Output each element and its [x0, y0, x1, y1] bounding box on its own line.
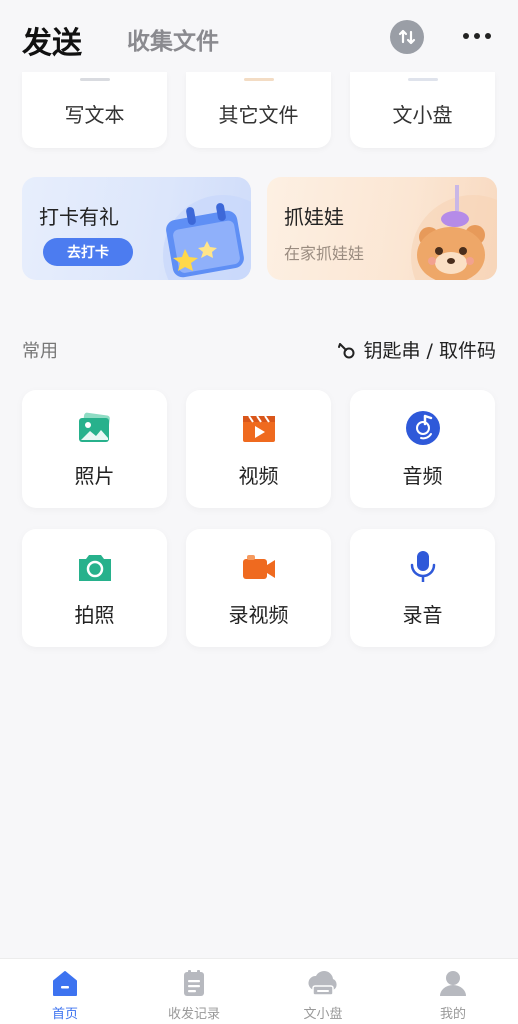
sort-arrows-icon[interactable]: [390, 20, 424, 54]
tile-record-video[interactable]: 录视频: [186, 529, 331, 647]
nav-records[interactable]: 收发记录: [129, 959, 259, 1024]
key-icon: [337, 342, 355, 358]
tile-record-audio-label: 录音: [402, 603, 443, 627]
checkin-button[interactable]: 去打卡: [43, 238, 133, 266]
tile-audio-label: 音频: [402, 464, 443, 488]
photo-icon: [77, 410, 113, 446]
header: 发送 收集文件: [0, 0, 518, 76]
tab-collect-files[interactable]: 收集文件: [127, 22, 219, 56]
write-text-icon: [79, 78, 110, 81]
nav-home[interactable]: 首页: [0, 959, 130, 1024]
nav-records-label: 收发记录: [167, 1007, 220, 1022]
music-icon: [405, 410, 441, 446]
write-text-card[interactable]: 写文本: [22, 72, 167, 148]
video-icon: [241, 410, 277, 446]
records-icon: [178, 967, 210, 999]
tile-record-audio[interactable]: 录音: [350, 529, 495, 647]
checkin-title: 打卡有礼: [39, 205, 119, 229]
claw-subtitle: 在家抓娃娃: [284, 244, 365, 263]
plush-bear-icon: [411, 185, 497, 280]
other-files-card[interactable]: 其它文件: [186, 72, 331, 148]
video-record-icon: [241, 549, 277, 585]
camera-icon: [77, 549, 113, 585]
cloud-disk-card[interactable]: 文小盘: [350, 72, 495, 148]
nav-home-label: 首页: [51, 1007, 78, 1022]
claw-machine-banner[interactable]: 抓娃娃 在家抓娃娃: [267, 177, 497, 280]
nav-cloud-disk-label: 文小盘: [303, 1007, 343, 1022]
tile-videos-label: 视频: [238, 464, 279, 488]
keychain-link-label: 钥匙串 / 取件码: [363, 340, 496, 362]
checkin-banner[interactable]: 打卡有礼 去打卡: [22, 177, 251, 280]
other-files-label: 其它文件: [218, 102, 299, 127]
write-text-label: 写文本: [64, 102, 125, 127]
tile-videos[interactable]: 视频: [186, 390, 331, 508]
nav-profile[interactable]: 我的: [388, 959, 518, 1024]
tile-photos-label: 照片: [74, 464, 115, 488]
common-section-title: 常用: [22, 341, 58, 362]
calendar-icon: [163, 195, 251, 280]
profile-icon: [437, 967, 469, 999]
tile-take-photo[interactable]: 拍照: [22, 529, 167, 647]
more-icon[interactable]: [460, 26, 494, 46]
nav-cloud-disk[interactable]: 文小盘: [258, 959, 388, 1024]
cloud-disk-icon: [407, 78, 438, 81]
tile-photos[interactable]: 照片: [22, 390, 167, 508]
other-files-icon: [243, 78, 274, 81]
cloud-disk-label: 文小盘: [392, 102, 453, 127]
cloud-disk-icon: [307, 967, 339, 999]
tab-send[interactable]: 发送: [22, 18, 82, 62]
claw-title: 抓娃娃: [284, 205, 344, 229]
keychain-link[interactable]: 钥匙串 / 取件码: [336, 336, 496, 363]
microphone-icon: [405, 549, 441, 585]
tile-record-video-label: 录视频: [228, 603, 289, 627]
nav-profile-label: 我的: [439, 1007, 466, 1022]
bottom-nav: 首页 收发记录 文小盘 我的: [0, 958, 518, 1024]
tile-audio[interactable]: 音频: [350, 390, 495, 508]
tile-take-photo-label: 拍照: [74, 603, 115, 627]
home-icon: [49, 967, 81, 999]
